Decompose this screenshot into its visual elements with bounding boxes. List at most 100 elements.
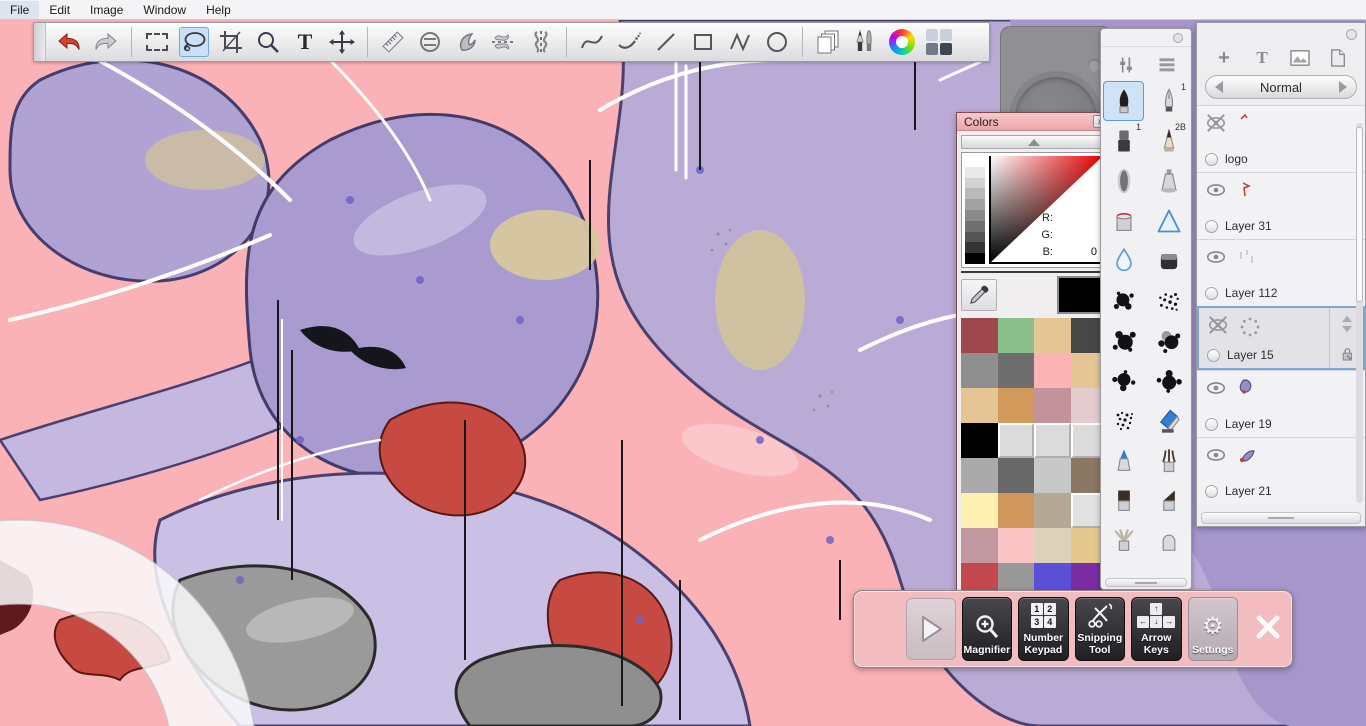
palette-swatch[interactable] — [1034, 318, 1071, 353]
brush-detail[interactable] — [1103, 441, 1144, 481]
palette-swatch[interactable] — [997, 318, 1034, 353]
move-tool[interactable] — [327, 27, 357, 57]
panel-dot-icon[interactable] — [1346, 29, 1357, 40]
text-layer-button[interactable]: T — [1248, 46, 1276, 70]
layer-row-logo[interactable]: logo — [1197, 105, 1365, 172]
pencils-tool[interactable] — [850, 27, 880, 57]
magnifier-button[interactable]: Magnifier — [961, 597, 1013, 661]
brush-dots[interactable] — [1103, 401, 1144, 441]
palette-swatch[interactable] — [961, 353, 998, 388]
blend-next-button[interactable] — [1330, 81, 1356, 93]
brush-angle[interactable] — [1148, 481, 1189, 521]
palette-swatch[interactable] — [997, 388, 1034, 423]
brush-fan[interactable] — [1103, 521, 1144, 561]
visibility-icon[interactable] — [1205, 377, 1227, 399]
brush-round-tip[interactable] — [1148, 521, 1189, 561]
settings-button[interactable]: ⚙ Settings — [1187, 597, 1238, 661]
palette-swatch[interactable] — [961, 493, 998, 528]
layer-radio[interactable] — [1205, 286, 1218, 300]
layer-radio[interactable] — [1205, 152, 1218, 166]
swatch-grid-tool[interactable] — [924, 27, 954, 57]
symmetry-tool[interactable] — [415, 27, 445, 57]
brush-pen[interactable]: 1 — [1148, 81, 1189, 121]
brush-list-button[interactable] — [1151, 52, 1183, 78]
brush-paint-can[interactable] — [1103, 201, 1144, 241]
blend-prev-button[interactable] — [1206, 81, 1232, 93]
brush-splatter-2[interactable] — [1148, 281, 1189, 321]
visibility-icon[interactable] — [1205, 444, 1227, 466]
snipping-tool-button[interactable]: Snipping Tool — [1074, 597, 1126, 661]
flip-vertical-tool[interactable] — [489, 27, 519, 57]
image-layer-button[interactable] — [1286, 46, 1314, 70]
rectangle-tool[interactable] — [688, 27, 718, 57]
menu-help[interactable]: Help — [196, 1, 241, 19]
palette-swatch[interactable] — [1034, 388, 1071, 423]
ellipse-tool[interactable] — [762, 27, 792, 57]
line-tool[interactable] — [651, 27, 681, 57]
color-wheel-tool[interactable] — [887, 27, 917, 57]
palette-swatch[interactable] — [1034, 353, 1071, 388]
palette-swatch[interactable] — [997, 528, 1034, 563]
palette-swatch[interactable] — [1034, 493, 1071, 528]
rect-select-tool[interactable] — [142, 27, 172, 57]
lock-icon[interactable] — [1338, 345, 1356, 363]
palette-swatch[interactable] — [997, 423, 1034, 458]
palette-swatch[interactable] — [1034, 423, 1071, 458]
brush-round[interactable] — [1103, 81, 1144, 121]
b-value-field[interactable]: 0 — [1056, 245, 1100, 260]
scrollbar-thumb[interactable] — [1356, 127, 1363, 302]
layer-radio[interactable] — [1207, 348, 1220, 362]
brush-blend-stump[interactable] — [1103, 161, 1144, 201]
palette-swatch[interactable] — [961, 423, 998, 458]
layers-panel-resize-handle[interactable] — [1201, 512, 1361, 524]
brush-settings-button[interactable] — [1110, 52, 1142, 78]
brush-wet-blender[interactable] — [1148, 201, 1189, 241]
visibility-icon[interactable] — [1205, 246, 1227, 268]
menu-file[interactable]: File — [0, 0, 40, 19]
brush-splatter-1[interactable] — [1103, 281, 1144, 321]
brush-splatter-4[interactable] — [1148, 321, 1189, 361]
brush-splatter-5[interactable] — [1103, 361, 1144, 401]
grayscale-strip[interactable] — [965, 156, 985, 264]
paper-button[interactable] — [1324, 46, 1352, 70]
ruler-tool[interactable] — [378, 27, 408, 57]
layer-radio[interactable] — [1205, 484, 1218, 498]
menu-image[interactable]: Image — [80, 1, 133, 19]
toolbar-drag-handle[interactable] — [34, 23, 46, 61]
polyline-tool[interactable] — [725, 27, 755, 57]
brush-eraser[interactable] — [1148, 241, 1189, 281]
brush-water-drop[interactable] — [1103, 241, 1144, 281]
colors-collapse-button[interactable] — [961, 135, 1107, 149]
text-tool[interactable]: T — [290, 27, 320, 57]
dotted-curve-tool[interactable] — [614, 27, 644, 57]
visibility-icon[interactable] — [1205, 179, 1227, 201]
arrow-keys-button[interactable]: ↑ ← ↓ → Arrow Keys — [1131, 597, 1182, 661]
layers-scrollbar[interactable] — [1356, 123, 1363, 503]
brush-pencil[interactable]: 2B — [1148, 121, 1189, 161]
menu-edit[interactable]: Edit — [39, 1, 80, 19]
brush-panel-titlebar[interactable] — [1101, 29, 1191, 47]
reorder-updown-icon[interactable] — [1336, 313, 1358, 335]
palette-swatch[interactable] — [997, 493, 1034, 528]
panel-dot-icon[interactable] — [1173, 33, 1183, 43]
undo-button[interactable] — [54, 27, 84, 57]
add-layer-button[interactable]: + — [1210, 46, 1238, 70]
brush-chisel-marker[interactable] — [1148, 401, 1189, 441]
layer-radio[interactable] — [1205, 219, 1218, 233]
play-button[interactable] — [906, 598, 956, 660]
colors-panel-titlebar[interactable]: Colors x — [957, 113, 1111, 131]
brush-bristle[interactable] — [1148, 441, 1189, 481]
layer-radio[interactable] — [1205, 417, 1218, 431]
crop-tool[interactable] — [216, 27, 246, 57]
brush-flat[interactable] — [1103, 481, 1144, 521]
layer-row-112[interactable]: Layer 112 — [1197, 239, 1365, 306]
brush-splatter-3[interactable] — [1103, 321, 1144, 361]
flip-horizontal-tool[interactable] — [526, 27, 556, 57]
layer-row-31[interactable]: Layer 31 — [1197, 172, 1365, 239]
brush-panel-resize-handle[interactable] — [1105, 578, 1187, 587]
number-keypad-button[interactable]: 1234 Number Keypad — [1018, 597, 1069, 661]
layer-row-15[interactable]: Layer 15 — [1197, 306, 1365, 370]
palette-swatch[interactable] — [1034, 528, 1071, 563]
layer-row-21[interactable]: Layer 21 — [1197, 437, 1365, 504]
visibility-off-icon[interactable] — [1205, 112, 1227, 134]
